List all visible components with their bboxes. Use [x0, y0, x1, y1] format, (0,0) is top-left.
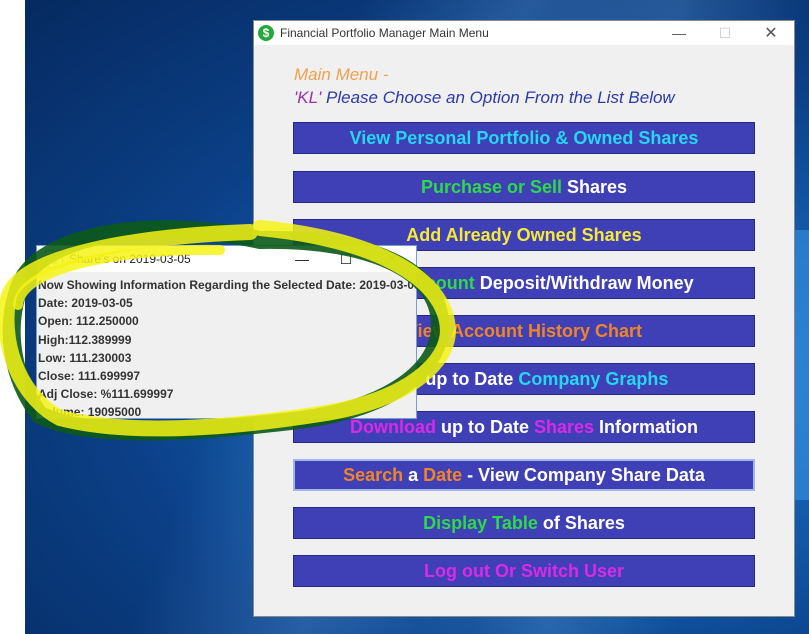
info-header: Now Showing Information Regarding the Se… — [38, 278, 416, 292]
close-button[interactable]: ✕ — [748, 21, 794, 45]
info-open: Open: 112.250000 — [38, 314, 139, 329]
button-label-segment: Purchase or Sell — [420, 176, 563, 197]
dialog-maximize-button[interactable]: ☐ — [324, 246, 368, 272]
button-label-segment: View Personal Portfolio & Owned Shares — [349, 127, 699, 148]
display-table-button[interactable]: Display Table of Shares — [293, 507, 755, 539]
maximize-button[interactable]: ☐ — [702, 21, 748, 45]
button-label-segment: Add Already Owned Shares — [406, 224, 642, 245]
username-label: 'KL' — [294, 88, 322, 107]
share-info-dialog: ☕ Share's on 2019-03-05 — ☐ ✕ Now Showin… — [36, 245, 417, 419]
instruction-text: Please Choose an Option From the List Be… — [321, 88, 675, 107]
java-cup-icon: ☕ — [45, 250, 63, 268]
window-title: Financial Portfolio Manager Main Menu — [280, 26, 489, 40]
button-label-segment: View Account History Chart — [405, 320, 643, 341]
button-label-segment: a — [403, 464, 424, 485]
info-date: Date: 2019-03-05 — [38, 296, 133, 311]
dialog-close-button[interactable]: ✕ — [370, 246, 414, 272]
info-volume: Volume: 19095000 — [38, 405, 142, 418]
dialog-title: Share's on 2019-03-05 — [69, 252, 191, 266]
button-label-segment: of Shares — [537, 512, 625, 533]
search-date-button[interactable]: Search a Date - View Company Share Data — [293, 459, 755, 491]
dialog-titlebar[interactable]: ☕ Share's on 2019-03-05 — ☐ ✕ — [37, 246, 416, 272]
button-label-segment: Log out Or Switch User — [423, 560, 624, 581]
button-label-segment: Download — [349, 416, 436, 437]
button-label-segment: Company Graphs — [518, 368, 669, 389]
info-close: Close: 111.699997 — [38, 368, 141, 383]
purchase-sell-button[interactable]: Purchase or Sell Shares — [293, 171, 755, 203]
dialog-body: Now Showing Information Regarding the Se… — [38, 276, 416, 418]
button-label-segment: Information — [594, 416, 699, 437]
button-label-segment: Display Table — [423, 512, 538, 533]
button-label-segment: Date — [423, 464, 463, 485]
dialog-minimize-button[interactable]: — — [280, 246, 324, 272]
info-low: Low: 111.230003 — [38, 350, 132, 365]
button-label-segment: up to Date — [435, 416, 534, 437]
info-high: High:112.389999 — [38, 332, 132, 347]
view-portfolio-button[interactable]: View Personal Portfolio & Owned Shares — [293, 122, 755, 154]
button-label-segment: up to Date — [420, 368, 519, 389]
button-label-segment: - View Company Share Data — [462, 464, 705, 485]
logout-button[interactable]: Log out Or Switch User — [293, 555, 755, 587]
dollar-icon: $ — [258, 25, 274, 41]
menu-heading: Main Menu - — [294, 65, 389, 84]
info-adj-close: Adj Close: %111.699997 — [38, 387, 174, 402]
minimize-button[interactable]: — — [656, 21, 702, 45]
menu-subheading: 'KL' Please Choose an Option From the Li… — [294, 88, 675, 108]
main-window-titlebar[interactable]: $ Financial Portfolio Manager Main Menu … — [254, 21, 794, 45]
button-label-segment: Shares — [562, 176, 628, 197]
button-label-segment: Search — [343, 464, 404, 485]
button-label-segment: Shares — [533, 416, 595, 437]
button-label-segment: Deposit/Withdraw Money — [474, 272, 694, 293]
